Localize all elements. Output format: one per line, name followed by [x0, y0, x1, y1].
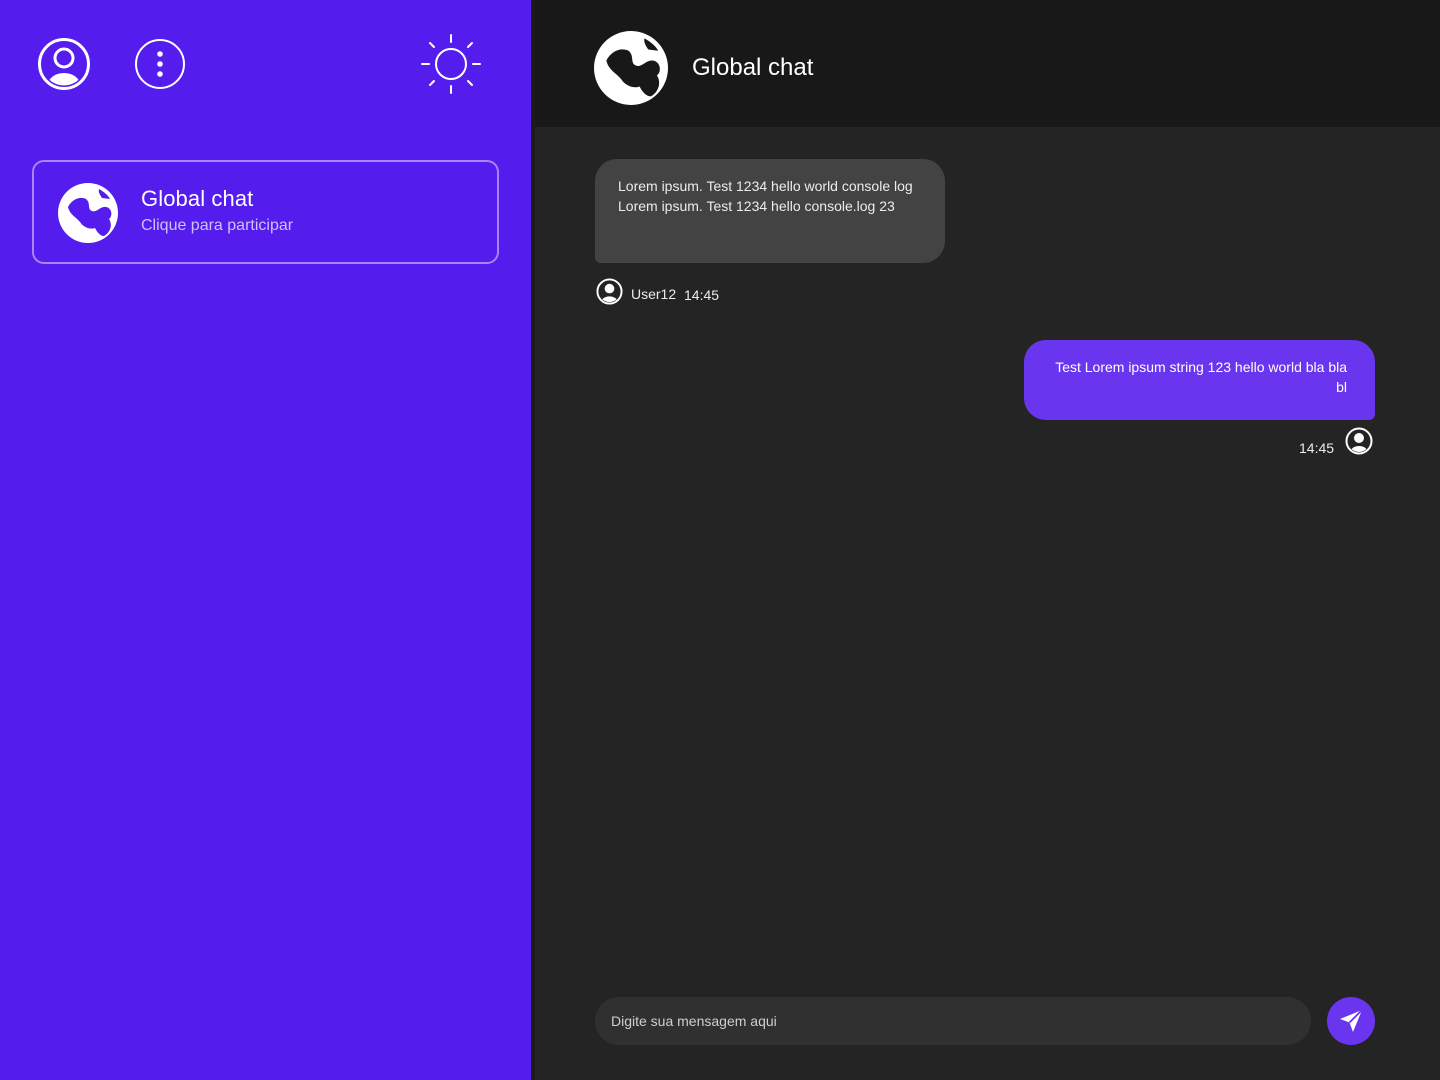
- message-timestamp: 14:45: [684, 287, 720, 303]
- more-vertical-icon: [135, 39, 185, 89]
- send-icon: [1340, 1009, 1363, 1032]
- outgoing-message-bubble: Test Lorem ipsum string 123 hello world …: [1024, 340, 1375, 420]
- user-circle-icon: [1345, 427, 1373, 455]
- profile-button[interactable]: [37, 37, 91, 91]
- sun-icon: [421, 34, 481, 94]
- message-username: User12: [631, 286, 677, 302]
- message-composer: [595, 997, 1311, 1045]
- sidebar: Global chat Clique para participar: [0, 0, 531, 1080]
- chat-header: Global chat: [535, 0, 1440, 127]
- outgoing-message-meta: 14:45: [1290, 426, 1376, 456]
- theme-toggle-button[interactable]: [419, 33, 483, 95]
- chat-title: Global chat: [141, 186, 254, 211]
- user-circle-icon: [38, 38, 90, 90]
- more-options-button[interactable]: [134, 38, 186, 90]
- send-button[interactable]: [1327, 997, 1375, 1045]
- chat-header-title: Global chat: [692, 54, 814, 81]
- globe-icon: [594, 31, 668, 105]
- globe-icon: [58, 183, 118, 243]
- incoming-message-bubble: Lorem ipsum. Test 1234 hello world conso…: [595, 159, 945, 263]
- user-circle-icon: [596, 278, 623, 305]
- message-timestamp: 14:45: [1299, 440, 1335, 456]
- chat-subtitle: Clique para participar: [141, 217, 294, 234]
- panel-divider: [531, 0, 535, 1080]
- chat-list-item-global[interactable]: Global chat Clique para participar: [32, 160, 499, 264]
- message-input[interactable]: [595, 997, 1311, 1045]
